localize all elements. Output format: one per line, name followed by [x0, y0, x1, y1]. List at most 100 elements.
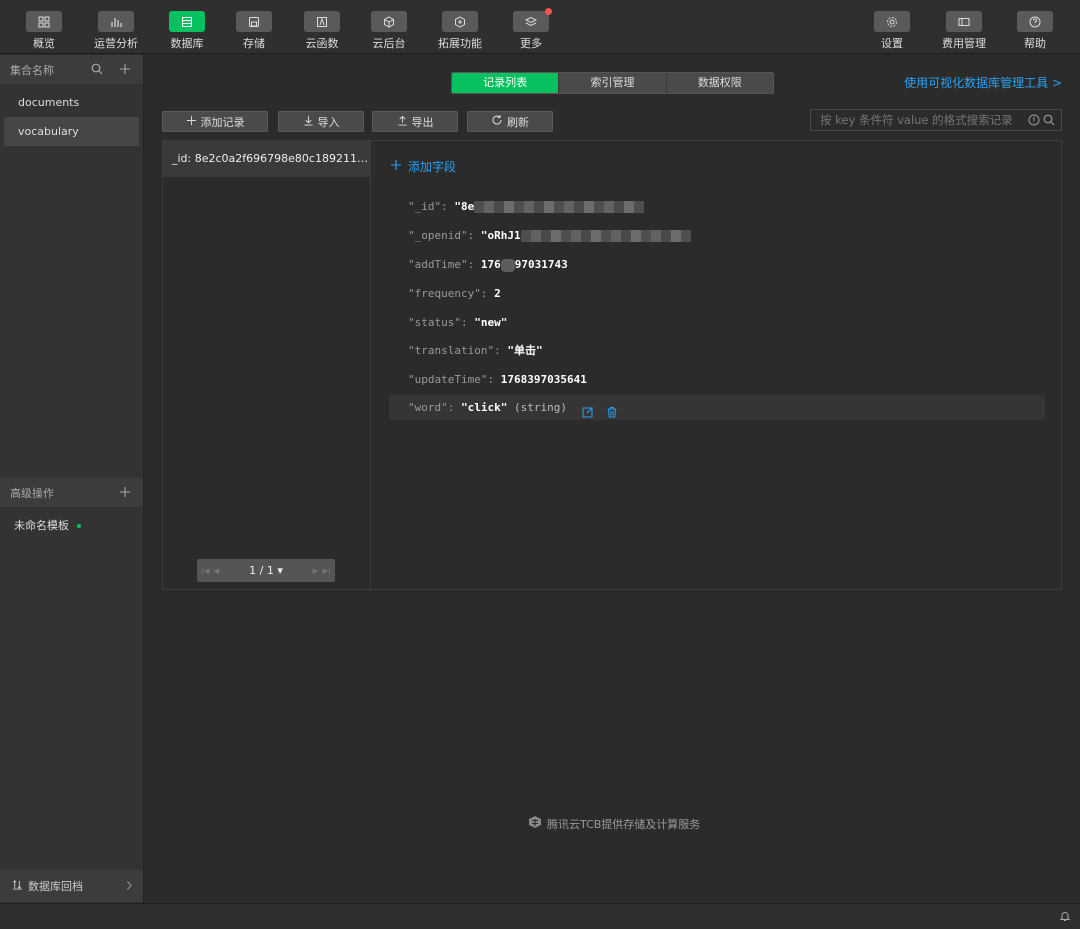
field-row-hovered[interactable]: "word": "click" (string)	[389, 395, 1045, 420]
toolbar-more-label: 更多	[520, 37, 542, 50]
toolbar-extensions[interactable]: 拓展功能	[430, 11, 490, 51]
collection-item-vocabulary[interactable]: vocabulary	[4, 117, 139, 146]
status-bar	[0, 903, 1080, 929]
function-icon	[304, 11, 340, 32]
field-row[interactable]: "addTime": 176 97031743	[389, 252, 1045, 277]
add-collection-icon[interactable]	[117, 61, 133, 77]
toolbar-overview-label: 概览	[33, 37, 55, 50]
delete-icon[interactable]	[606, 402, 618, 418]
gear-icon	[874, 11, 910, 32]
add-record-button[interactable]: 添加记录	[162, 111, 268, 132]
toolbar-more[interactable]: 更多	[501, 8, 561, 51]
toolbar-billing[interactable]: 费用管理	[934, 11, 994, 51]
toolbar-cloud-backend-label: 云后台	[372, 37, 406, 50]
notification-dot	[545, 8, 552, 15]
field-value: 2	[494, 287, 501, 300]
field-row[interactable]: "_openid": "oRhJ1	[389, 223, 1045, 248]
storage-icon	[236, 11, 272, 32]
field-row[interactable]: "translation": "单击"	[389, 338, 1045, 363]
tab-index-management[interactable]: 索引管理	[558, 73, 666, 93]
field-key: "_openid"	[408, 229, 468, 242]
next-page-icon[interactable]: ▶	[310, 559, 321, 582]
page-select[interactable]: 1 / 1 ▾	[222, 564, 310, 577]
rollback-label: 数据库回档	[28, 880, 83, 893]
field-row[interactable]: "status": "new"	[389, 310, 1045, 335]
toolbar-cloud-backend[interactable]: 云后台	[359, 11, 419, 51]
refresh-button[interactable]: 刷新	[467, 111, 553, 132]
toolbar-database[interactable]: 数据库	[157, 11, 217, 51]
plus-icon	[390, 159, 402, 174]
toolbar-help-label: 帮助	[1024, 37, 1046, 50]
export-label: 导出	[411, 115, 434, 129]
top-toolbar: 概览 运营分析 数据库 存储 云函数 云后台 拓展功能 更多 设置 费用管理 帮…	[0, 0, 1080, 54]
field-value-part: 176	[480, 258, 501, 271]
field-key: "addTime"	[408, 258, 468, 271]
toolbar-overview[interactable]: 概览	[14, 11, 74, 51]
add-template-icon[interactable]	[117, 484, 133, 500]
field-row[interactable]: "updateTime": 1768397035641	[389, 367, 1045, 392]
toolbar-help[interactable]: 帮助	[1005, 11, 1065, 51]
export-button[interactable]: 导出	[372, 111, 458, 132]
main-content: 记录列表 索引管理 数据权限 使用可视化数据库管理工具 > 添加记录 导入 导出…	[145, 55, 1080, 901]
add-field-label: 添加字段	[408, 160, 457, 174]
toolbar-cloud-function-label: 云函数	[305, 37, 339, 50]
extension-icon	[442, 11, 478, 32]
edit-icon[interactable]	[582, 402, 594, 418]
collection-item-documents[interactable]: documents	[4, 88, 139, 117]
field-value: "click"	[461, 401, 508, 414]
visual-db-tool-link[interactable]: 使用可视化数据库管理工具 >	[904, 74, 1062, 91]
toolbar-database-label: 数据库	[170, 37, 204, 50]
plus-icon	[186, 115, 197, 129]
chevron-right-icon	[126, 880, 133, 894]
upload-icon	[397, 115, 408, 129]
tab-data-permission[interactable]: 数据权限	[665, 73, 773, 93]
field-key: "word"	[408, 401, 448, 414]
search-icon[interactable]	[89, 61, 105, 77]
layers-icon	[513, 8, 552, 32]
import-button[interactable]: 导入	[278, 111, 364, 132]
add-field-button[interactable]: 添加字段	[390, 158, 456, 175]
help-icon	[1017, 11, 1053, 32]
field-row[interactable]: "frequency": 2	[389, 281, 1045, 306]
refresh-label: 刷新	[507, 115, 529, 129]
field-value: "new"	[474, 316, 508, 329]
tab-record-list[interactable]: 记录列表	[452, 73, 559, 93]
bell-icon[interactable]	[1059, 910, 1071, 925]
template-item[interactable]: 未命名模板	[0, 513, 143, 539]
toolbar-analytics[interactable]: 运营分析	[86, 11, 146, 51]
import-label: 导入	[317, 115, 340, 129]
bar-chart-icon	[98, 11, 134, 32]
field-key: "status"	[408, 316, 461, 329]
pagination: |◀ ◀ 1 / 1 ▾ ▶ ▶|	[197, 559, 335, 582]
collections-sidebar: 集合名称 documents vocabulary 高级操作 未命名模板 数据库…	[0, 55, 144, 929]
info-icon[interactable]	[1027, 113, 1041, 127]
record-list-item[interactable]: _id: 8e2c0a2f696798e80c18921178...	[163, 141, 370, 177]
database-rollback[interactable]: 数据库回档	[0, 870, 143, 902]
toolbar-settings-label: 设置	[881, 37, 903, 50]
template-item-label: 未命名模板	[14, 519, 69, 532]
tab-group: 记录列表 索引管理 数据权限	[451, 72, 774, 94]
advanced-header: 高级操作	[0, 478, 143, 507]
search-icon[interactable]	[1042, 113, 1056, 127]
billing-icon	[946, 11, 982, 32]
prev-page-icon[interactable]: ◀	[211, 559, 222, 582]
field-row[interactable]: "_id": "8e	[389, 194, 1045, 219]
record-search-input[interactable]	[810, 109, 1062, 131]
field-key: "frequency"	[408, 287, 481, 300]
field-value: "8e	[454, 200, 475, 213]
toolbar-analytics-label: 运营分析	[94, 37, 138, 50]
footer-text: 腾讯云TCB提供存储及计算服务	[547, 817, 701, 831]
field-key: "updateTime"	[408, 373, 488, 386]
rollback-icon	[12, 879, 23, 893]
field-value-part: 97031743	[514, 258, 568, 271]
add-record-label: 添加记录	[200, 115, 245, 129]
redaction-blur	[500, 258, 515, 272]
unsaved-dot	[77, 524, 81, 528]
toolbar-settings[interactable]: 设置	[862, 11, 922, 51]
first-page-icon[interactable]: |◀	[200, 559, 211, 582]
field-key: "translation"	[408, 344, 495, 357]
last-page-icon[interactable]: ▶|	[321, 559, 332, 582]
toolbar-storage[interactable]: 存储	[224, 11, 284, 51]
collections-header: 集合名称	[0, 55, 143, 84]
toolbar-cloud-function[interactable]: 云函数	[292, 11, 352, 51]
